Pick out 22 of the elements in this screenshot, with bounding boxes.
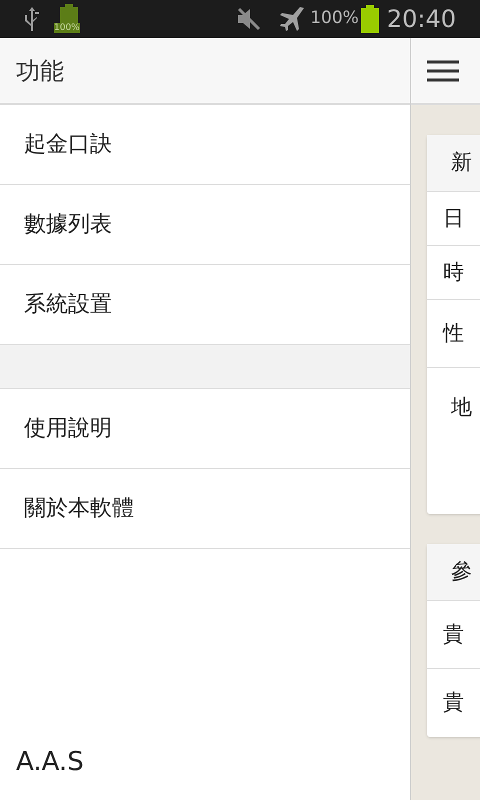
field-label: 貴 bbox=[443, 620, 464, 648]
airplane-icon bbox=[278, 5, 306, 33]
field-label: 日 bbox=[443, 204, 464, 232]
battery-percent: 100% bbox=[310, 7, 359, 30]
menu-item[interactable]: 起金口訣 bbox=[0, 105, 410, 185]
menu-item[interactable]: 數據列表 bbox=[0, 185, 410, 265]
battery-level-icon bbox=[360, 5, 379, 33]
mute-icon bbox=[236, 7, 262, 31]
field-label: 地 bbox=[451, 394, 472, 421]
menu-item[interactable]: 關於本軟體 bbox=[0, 469, 410, 549]
battery-label: 100% bbox=[54, 23, 80, 33]
app-name: A.A.S bbox=[15, 746, 85, 779]
clock: 20:40 bbox=[386, 4, 456, 35]
card-title: 參 bbox=[427, 544, 480, 601]
card-title: 新 bbox=[427, 135, 480, 192]
field-label: 貴 bbox=[443, 689, 464, 716]
usb-icon bbox=[24, 6, 40, 32]
drawer-title: 功能 bbox=[16, 56, 64, 86]
field-label: 時 bbox=[443, 258, 464, 286]
menu-icon[interactable] bbox=[427, 58, 459, 82]
field-label: 性 bbox=[443, 320, 464, 347]
menu-item[interactable]: 使用說明 bbox=[0, 389, 410, 469]
